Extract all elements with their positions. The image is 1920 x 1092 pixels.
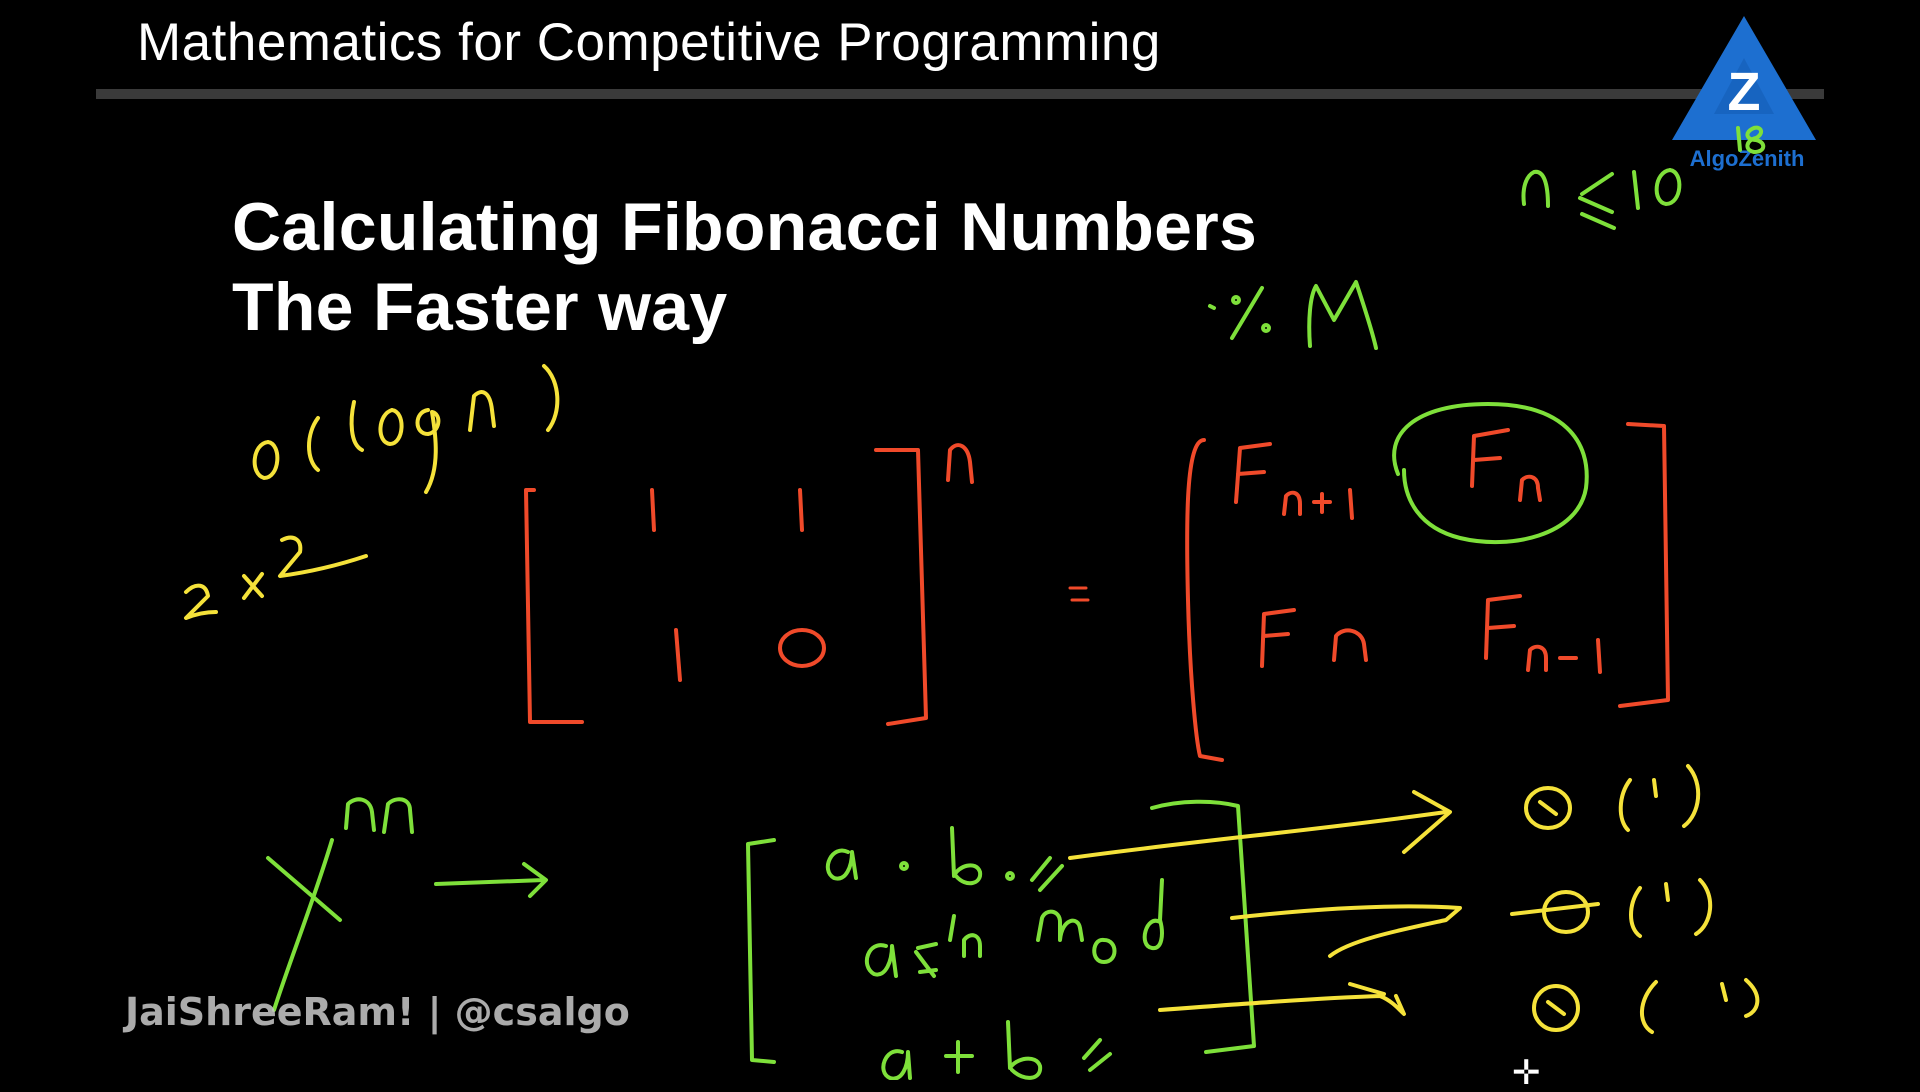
base-matrix (524, 443, 974, 726)
ops-left-bracket (746, 838, 776, 1064)
lecture-slide: Mathematics for Competitive Programming … (0, 0, 1920, 1090)
matrix-power-n (946, 443, 974, 484)
highlight-circle (1392, 402, 1589, 545)
matrix-cell-2 (798, 488, 804, 532)
cost-o1-labels (1510, 764, 1760, 1034)
matrix-cell-1 (650, 488, 656, 532)
result-matrix (1185, 422, 1670, 762)
equals-sign (1068, 586, 1090, 602)
result-matrix-left-bracket (1185, 438, 1224, 762)
cost-arrows (1068, 790, 1462, 1016)
matrix-cell-3 (674, 628, 682, 682)
base-matrix-right-bracket (874, 448, 928, 726)
matrix-size-annotation (184, 535, 368, 620)
result-matrix-right-bracket (1618, 422, 1670, 708)
modulus-annotation (1208, 280, 1378, 350)
handwriting-annotations (184, 125, 1766, 1080)
complexity-annotation (252, 364, 560, 494)
constraint-annotation (1521, 125, 1766, 230)
channel-watermark: JaiShreeRam! | @csalgo (125, 990, 630, 1034)
power-expression (266, 797, 548, 1012)
base-matrix-left-bracket (524, 488, 584, 724)
pen-cursor-icon: ✛ (1512, 1054, 1541, 1092)
matrix-cell-4 (778, 628, 826, 668)
